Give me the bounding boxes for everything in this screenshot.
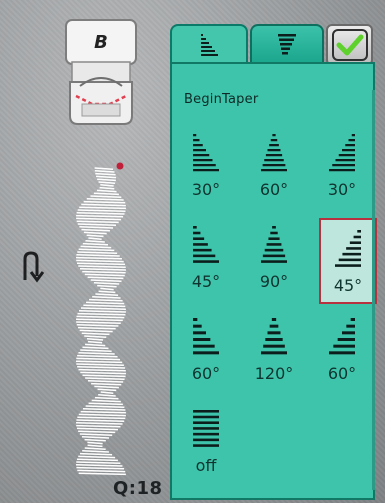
taper-end-icon bbox=[278, 34, 296, 55]
stitch-preview bbox=[76, 162, 126, 476]
option-label: 60° bbox=[259, 180, 289, 199]
taper-options-panel: BeginTaper 30° 60° 30° 45° 90° 45° 60° 1… bbox=[170, 62, 377, 500]
taper-right-45-icon bbox=[335, 230, 361, 267]
taper-option-right-30[interactable]: 30° bbox=[312, 124, 372, 212]
option-label: 45° bbox=[333, 276, 363, 295]
reverse-stitch-icon bbox=[23, 251, 44, 283]
option-label: 60° bbox=[191, 364, 221, 383]
option-label: 45° bbox=[191, 272, 221, 291]
option-label: 120° bbox=[254, 364, 294, 383]
taper-left-30-icon bbox=[193, 134, 219, 172]
taper-option-right-45[interactable]: 45° bbox=[319, 218, 377, 304]
taper-off-icon bbox=[193, 410, 219, 447]
ok-button[interactable] bbox=[326, 24, 373, 66]
presser-foot-icon[interactable]: B bbox=[62, 18, 140, 128]
panel-title: BeginTaper bbox=[184, 92, 259, 107]
needle-position-dot bbox=[116, 162, 124, 170]
taper-option-off[interactable]: off bbox=[176, 400, 236, 488]
option-label: off bbox=[195, 456, 217, 475]
checkmark-icon bbox=[332, 29, 368, 61]
taper-begin-icon bbox=[201, 34, 218, 56]
taper-option-center-90[interactable]: 90° bbox=[244, 216, 304, 304]
panel-scrollbar[interactable] bbox=[372, 90, 375, 490]
option-label: 90° bbox=[259, 272, 289, 291]
quantity-label: Q:18 bbox=[113, 478, 163, 499]
option-label: 30° bbox=[191, 180, 221, 199]
taper-begin-tab[interactable] bbox=[170, 24, 248, 64]
taper-center-90-icon bbox=[261, 226, 287, 263]
taper-center-120-icon bbox=[261, 318, 287, 355]
taper-end-tab[interactable] bbox=[250, 24, 324, 64]
taper-option-center-60[interactable]: 60° bbox=[244, 124, 304, 212]
taper-center-60-icon bbox=[261, 134, 287, 172]
presser-foot-letter: B bbox=[94, 32, 108, 53]
taper-option-left-60[interactable]: 60° bbox=[176, 308, 236, 396]
taper-option-right-60[interactable]: 60° bbox=[312, 308, 372, 396]
taper-option-left-45[interactable]: 45° bbox=[176, 216, 236, 304]
taper-right-30-icon bbox=[329, 134, 355, 172]
taper-option-center-120[interactable]: 120° bbox=[244, 308, 304, 396]
option-label: 30° bbox=[327, 180, 357, 199]
option-label: 60° bbox=[327, 364, 357, 383]
taper-left-45-icon bbox=[193, 226, 219, 263]
taper-left-60-icon bbox=[193, 318, 219, 355]
taper-right-60-icon bbox=[329, 318, 355, 355]
taper-option-left-30[interactable]: 30° bbox=[176, 124, 236, 212]
